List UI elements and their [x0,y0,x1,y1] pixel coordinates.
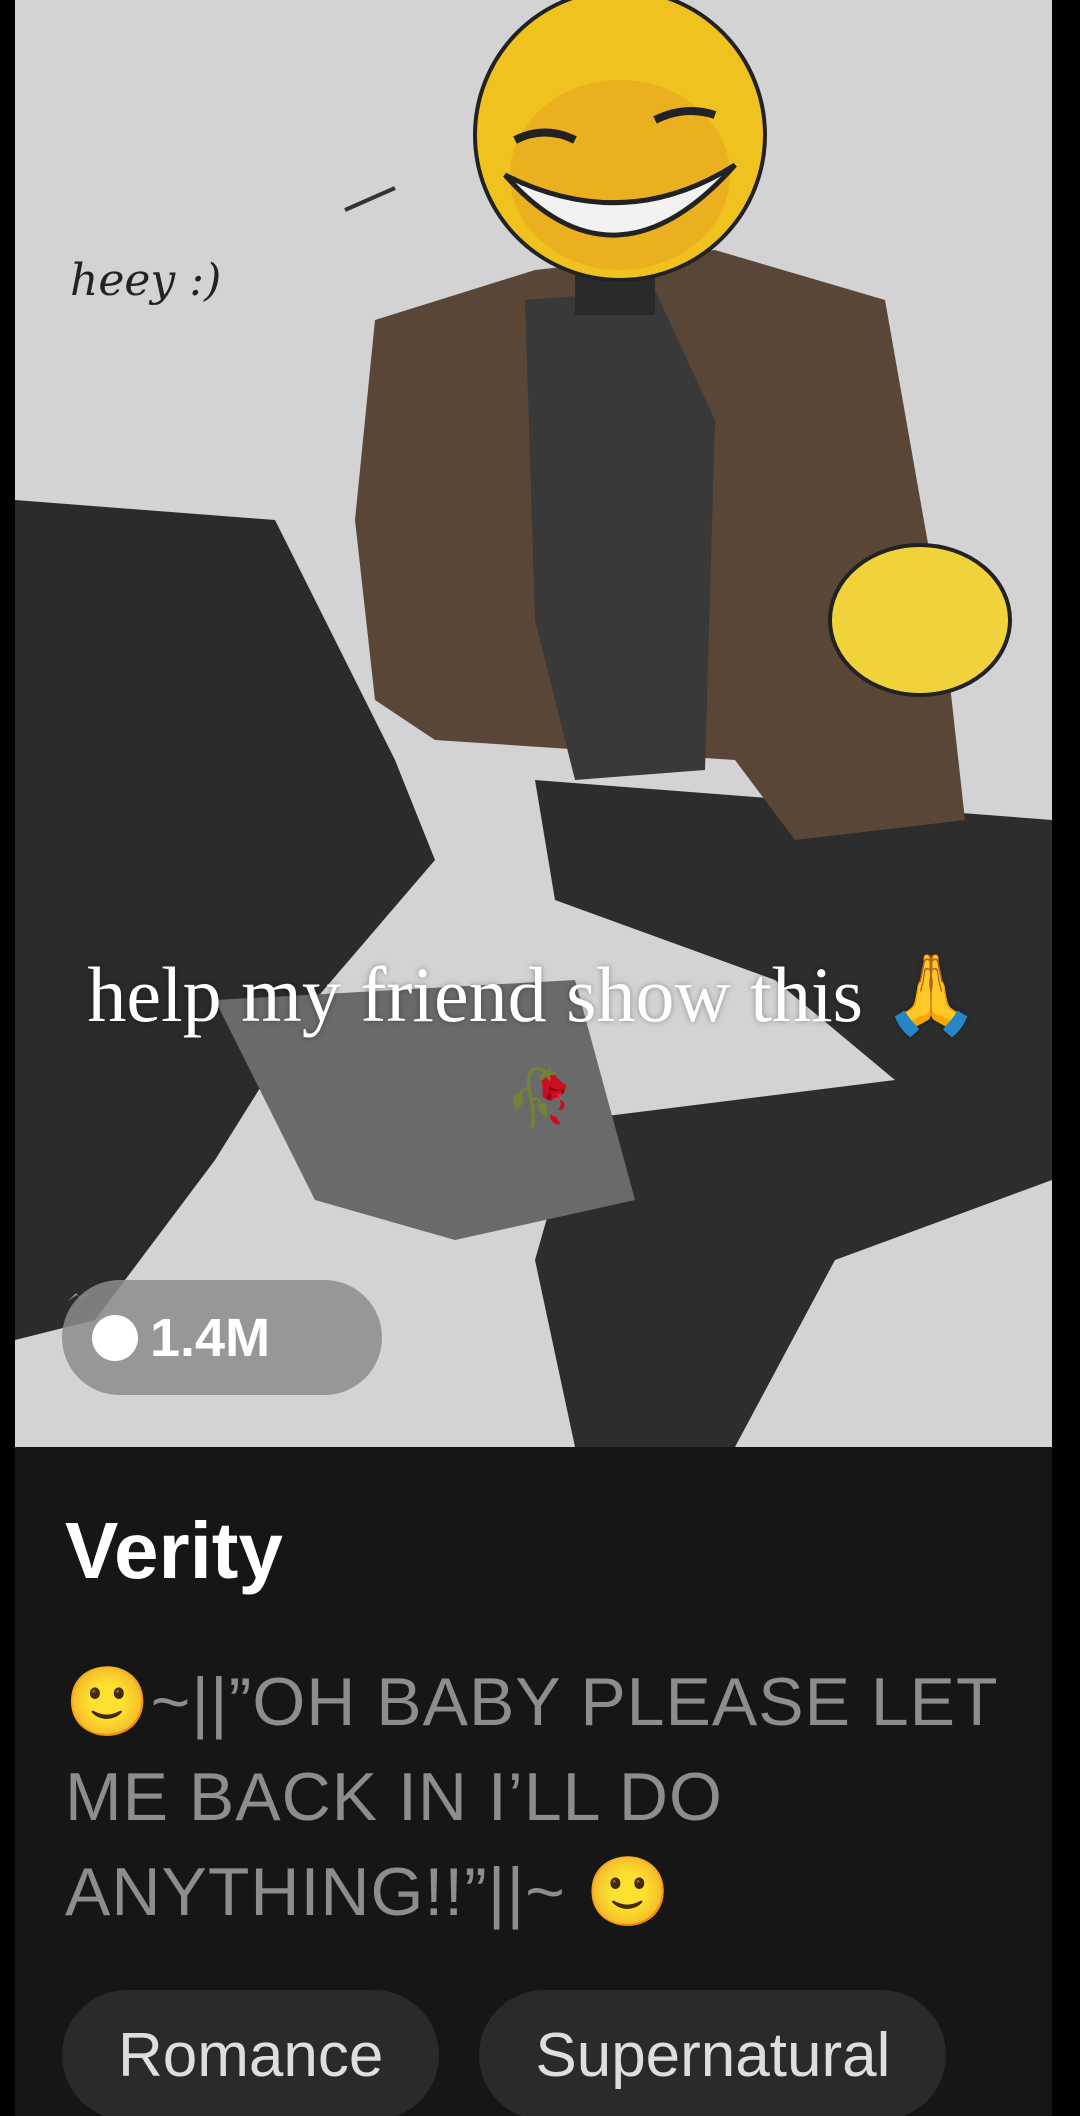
overlay-caption: help my friend show this 🙏 [87,951,980,1038]
views-badge: 1.4M [62,1280,382,1395]
cover-artwork[interactable]: heey :) help my friend show this 🙏 🥀 1.4… [15,0,1052,1447]
views-count: 1.4M [150,1307,271,1368]
handwritten-caption: heey :) [70,255,222,306]
tag-romance[interactable]: Romance [62,1990,440,2116]
story-title[interactable]: Verity [65,1505,283,1597]
story-card[interactable]: heey :) help my friend show this 🙏 🥀 1.4… [15,0,1052,2116]
wilted-rose-icon: 🥀 [505,1066,575,1129]
story-description: 🙂~||”OH BABY PLEASE LET ME BACK IN I’LL … [65,1664,998,1930]
messenger-icon [68,1291,138,1361]
artwork-illustration [15,0,1052,1447]
tag-supernatural[interactable]: Supernatural [479,1990,947,2116]
tag-list: Romance Supernatural [62,1990,947,2116]
